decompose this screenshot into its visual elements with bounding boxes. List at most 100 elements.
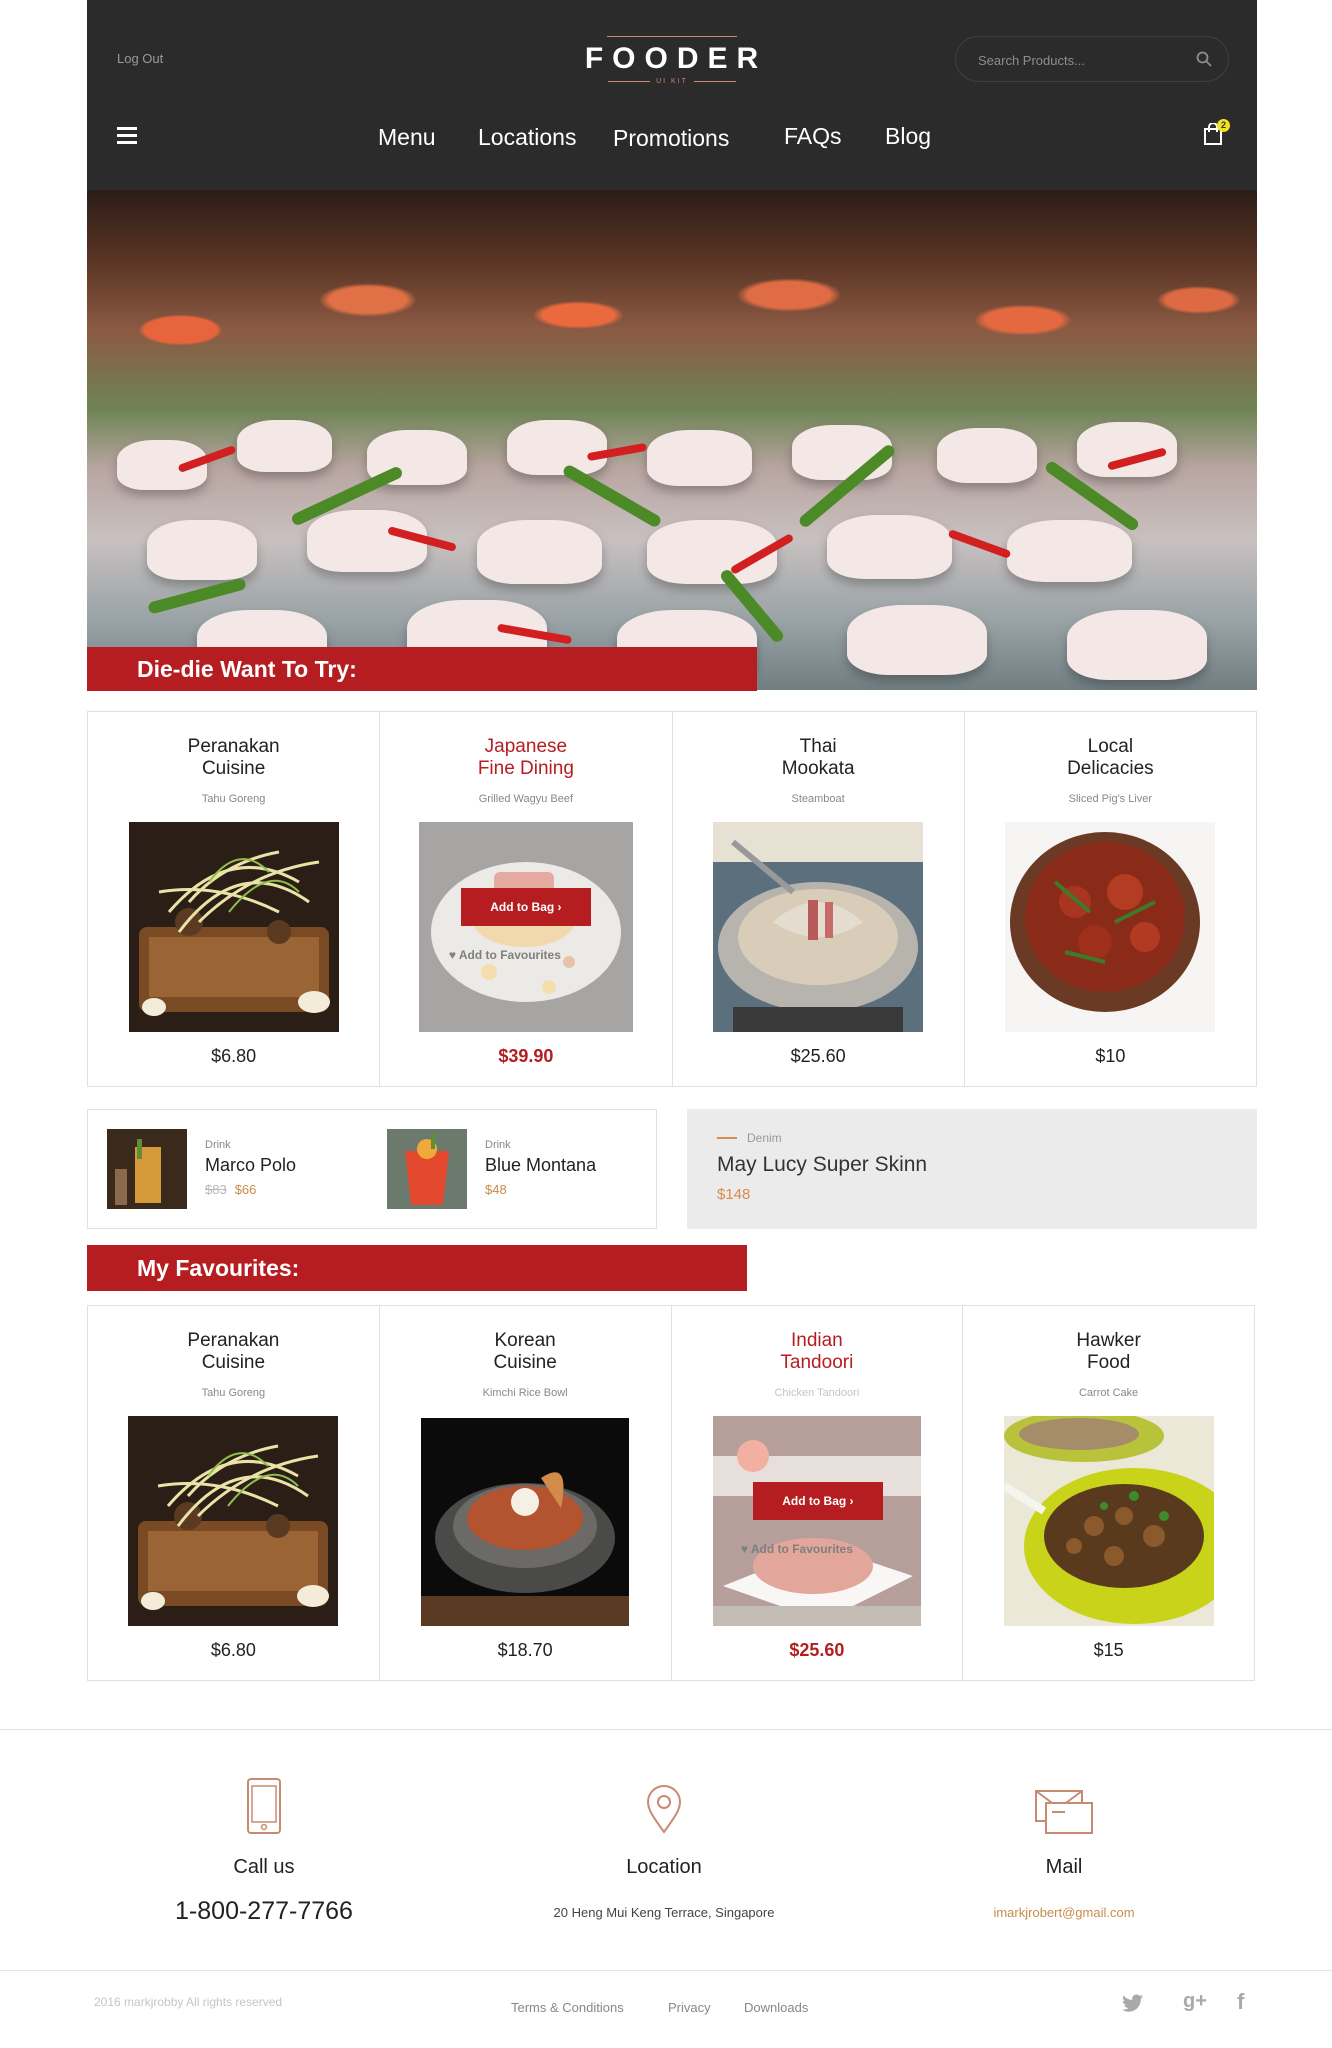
nav-faqs[interactable]: FAQs: [784, 123, 842, 150]
add-to-bag-button[interactable]: Add to Bag ›: [752, 1482, 883, 1520]
section-banner-favourites: My Favourites:: [87, 1245, 747, 1291]
promo-card[interactable]: Denim May Lucy Super Skinn $148: [687, 1109, 1257, 1229]
product-card[interactable]: Korean Cuisine Kimchi Rice Bowl $18.70: [380, 1306, 672, 1680]
product-card-active[interactable]: Japanese Fine Dining Grilled Wagyu Beef A…: [380, 712, 673, 1086]
google-plus-icon[interactable]: g+: [1183, 1990, 1207, 2013]
favourite-products: Peranakan Cuisine Tahu Goreng $6.80 Korea…: [87, 1305, 1255, 1681]
drinks-box: Drink Marco Polo $83 $66 Drink Blue Monta…: [87, 1109, 657, 1229]
product-title: Peranakan Cuisine: [187, 736, 280, 779]
contact-call: Call us 1-800-277-7766: [64, 1778, 464, 1926]
address: 20 Heng Mui Keng Terrace, Singapore: [553, 1905, 775, 1920]
product-subtitle: Carrot Cake: [1078, 1387, 1139, 1399]
email-link[interactable]: imarkjrobert@gmail.com: [864, 1905, 1264, 1920]
product-image[interactable]: [128, 822, 339, 1032]
product-image[interactable]: [1003, 1416, 1214, 1626]
nav-locations[interactable]: Locations: [478, 124, 576, 151]
product-subtitle: Tahu Goreng: [201, 1387, 266, 1399]
product-title: Japanese Fine Dining: [477, 736, 574, 779]
phone-number[interactable]: 1-800-277-7766: [64, 1897, 464, 1926]
brand-name: FOODER: [584, 42, 768, 75]
nav-menu[interactable]: Menu: [378, 124, 436, 151]
product-price: $25.60: [789, 1640, 845, 1660]
twitter-icon[interactable]: [1122, 1994, 1144, 2012]
promo-type: Denim: [717, 1131, 782, 1145]
product-card[interactable]: Hawker Food Carrot Cake $15: [963, 1306, 1254, 1680]
facebook-icon[interactable]: f: [1237, 1989, 1244, 2015]
product-price: $6.80: [210, 1640, 256, 1660]
add-to-favourites-button[interactable]: ♥ Add to Favourites: [741, 1542, 853, 1556]
drink-image: [107, 1129, 187, 1209]
product-price: $6.80: [211, 1046, 257, 1066]
product-price: $15: [1093, 1640, 1124, 1660]
copyright: 2016 markjrobby All rights reserved: [94, 1995, 283, 2009]
search-input[interactable]: [978, 50, 1178, 70]
location-label: Location: [626, 1856, 702, 1878]
product-card-active[interactable]: Indian Tandoori Chicken Tandoori Add to B…: [672, 1306, 964, 1680]
chevron-right-icon: ›: [557, 900, 562, 914]
footer-link-privacy[interactable]: Privacy: [668, 2000, 711, 2015]
product-card[interactable]: Local Delicacies Sliced Pig's Liver $10: [965, 712, 1256, 1086]
promo-name: May Lucy Super Skinn: [717, 1153, 928, 1176]
product-price: $18.70: [497, 1640, 553, 1660]
featured-products: Peranakan Cuisine Tahu Goreng $6.80 Japan…: [87, 711, 1257, 1087]
product-title: Peranakan Cuisine: [187, 1330, 280, 1373]
product-image[interactable]: [713, 822, 924, 1032]
product-image[interactable]: Add to Bag › ♥ Add to Favourites: [712, 1416, 921, 1626]
product-image[interactable]: Add to Bag › ♥ Add to Favourites: [418, 822, 633, 1032]
drink-name: Blue Montana: [485, 1155, 597, 1175]
chevron-right-icon: ›: [849, 1494, 854, 1508]
product-price: $25.60: [790, 1046, 846, 1066]
product-subtitle: Tahu Goreng: [201, 793, 266, 805]
product-card[interactable]: Thai Mookata Steamboat $25.60: [673, 712, 965, 1086]
hero-image: [87, 190, 1257, 690]
product-title: Thai Mookata: [781, 736, 855, 779]
drink-name: Marco Polo: [205, 1155, 297, 1175]
mail-label: Mail: [1045, 1856, 1083, 1878]
brand-subtitle: UI KIT: [656, 78, 688, 85]
product-title: Hawker Food: [1076, 1330, 1141, 1373]
product-subtitle: Grilled Wagyu Beef: [478, 793, 574, 805]
product-price: $10: [1095, 1046, 1126, 1066]
call-label: Call us: [233, 1856, 295, 1878]
product-title: Indian Tandoori: [780, 1330, 854, 1373]
search-box: [955, 36, 1229, 82]
product-title: Local Delicacies: [1067, 736, 1154, 779]
search-icon[interactable]: [1196, 51, 1212, 67]
phone-icon: [247, 1778, 281, 1834]
drink-price: $48: [485, 1182, 507, 1197]
location-pin-icon: [646, 1785, 682, 1834]
contact-location: Location 20 Heng Mui Keng Terrace, Singa…: [464, 1778, 864, 1920]
product-title: Korean Cuisine: [493, 1330, 557, 1373]
footer-divider: [0, 1970, 1332, 1971]
product-image[interactable]: [421, 1418, 630, 1626]
cart-count-badge: 2: [1217, 119, 1230, 132]
product-image[interactable]: [128, 1416, 339, 1626]
product-subtitle: Steamboat: [791, 793, 845, 805]
nav-blog[interactable]: Blog: [885, 123, 931, 150]
add-to-bag-button[interactable]: Add to Bag ›: [460, 888, 591, 926]
heart-icon: ♥: [740, 1542, 748, 1556]
footer-link-terms[interactable]: Terms & Conditions: [511, 2000, 624, 2015]
brand-logo[interactable]: FOODER UI KIT: [572, 36, 772, 85]
nav-promotions[interactable]: Promotions: [613, 125, 729, 152]
section-divider: [0, 1729, 1332, 1730]
section-banner-try: Die-die Want To Try:: [87, 647, 757, 691]
contact-mail: Mail imarkjrobert@gmail.com: [864, 1778, 1264, 1920]
product-subtitle: Sliced Pig's Liver: [1068, 793, 1153, 805]
promo-price: $148: [717, 1186, 751, 1203]
logout-link[interactable]: Log Out: [117, 51, 163, 66]
menu-icon[interactable]: [117, 127, 137, 148]
product-subtitle: Kimchi Rice Bowl: [482, 1387, 568, 1399]
cart-button[interactable]: 2: [1203, 119, 1230, 150]
product-card[interactable]: Peranakan Cuisine Tahu Goreng $6.80: [88, 1306, 380, 1680]
site-header: Log Out FOODER UI KIT Menu Locations Pro…: [87, 0, 1257, 190]
drink-type: Drink: [205, 1139, 231, 1151]
product-subtitle: Chicken Tandoori: [774, 1387, 860, 1399]
footer-link-downloads[interactable]: Downloads: [744, 2000, 808, 2015]
add-to-favourites-button[interactable]: ♥ Add to Favourites: [449, 948, 561, 962]
product-image[interactable]: [1005, 822, 1216, 1032]
drink-price: $83 $66: [205, 1182, 257, 1197]
product-card[interactable]: Peranakan Cuisine Tahu Goreng $6.80: [88, 712, 381, 1086]
product-price: $39.90: [498, 1046, 554, 1066]
drink-image: [387, 1129, 467, 1209]
